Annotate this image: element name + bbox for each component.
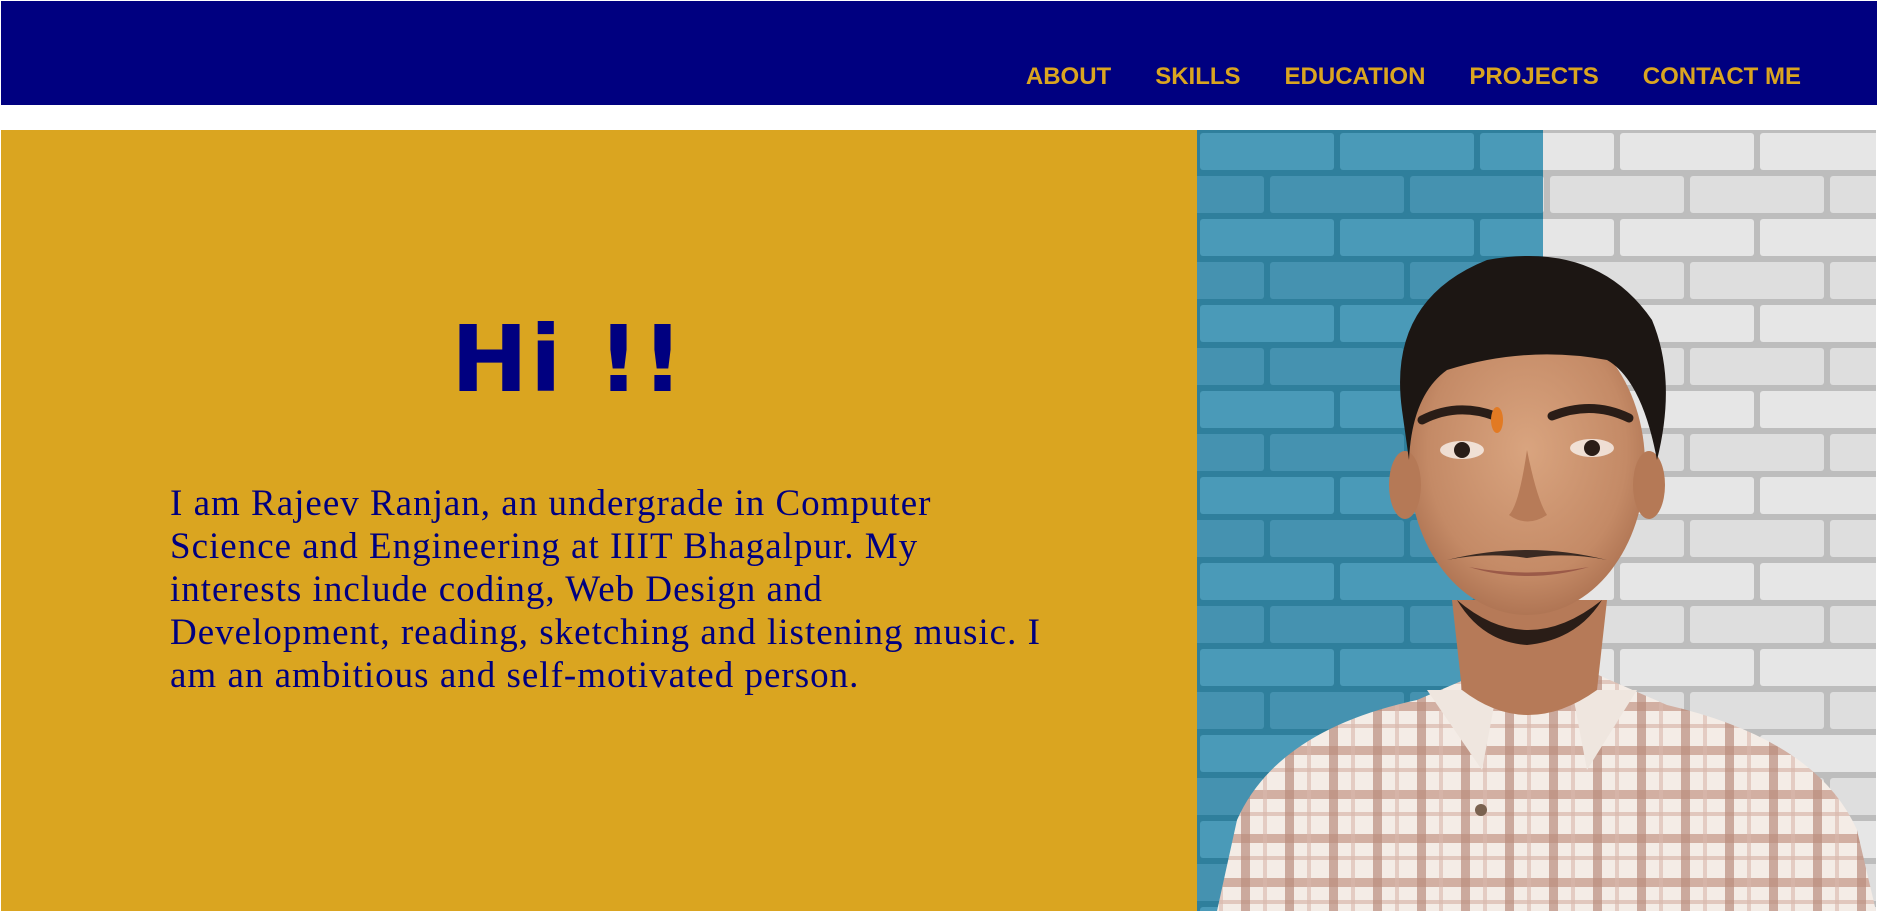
nav-menu: ABOUT SKILLS EDUCATION PROJECTS CONTACT … <box>982 65 1801 89</box>
hero-intro-panel: Hi !! I am Rajeev Ranjan, an undergrade … <box>1 130 1197 911</box>
hero-intro-text: I am Rajeev Ranjan, an undergrade in Com… <box>170 483 1041 696</box>
nav-link-contact-me[interactable]: CONTACT ME <box>1643 65 1801 89</box>
profile-photo <box>1197 130 1876 911</box>
hero-greeting: Hi !! <box>451 306 686 413</box>
nav-link-education[interactable]: EDUCATION <box>1285 65 1426 89</box>
nav-link-projects[interactable]: PROJECTS <box>1469 65 1598 89</box>
top-navbar: ABOUT SKILLS EDUCATION PROJECTS CONTACT … <box>1 1 1877 105</box>
profile-photo-illustration <box>1197 130 1876 911</box>
nav-link-about[interactable]: ABOUT <box>1026 65 1111 89</box>
nav-link-skills[interactable]: SKILLS <box>1155 65 1240 89</box>
